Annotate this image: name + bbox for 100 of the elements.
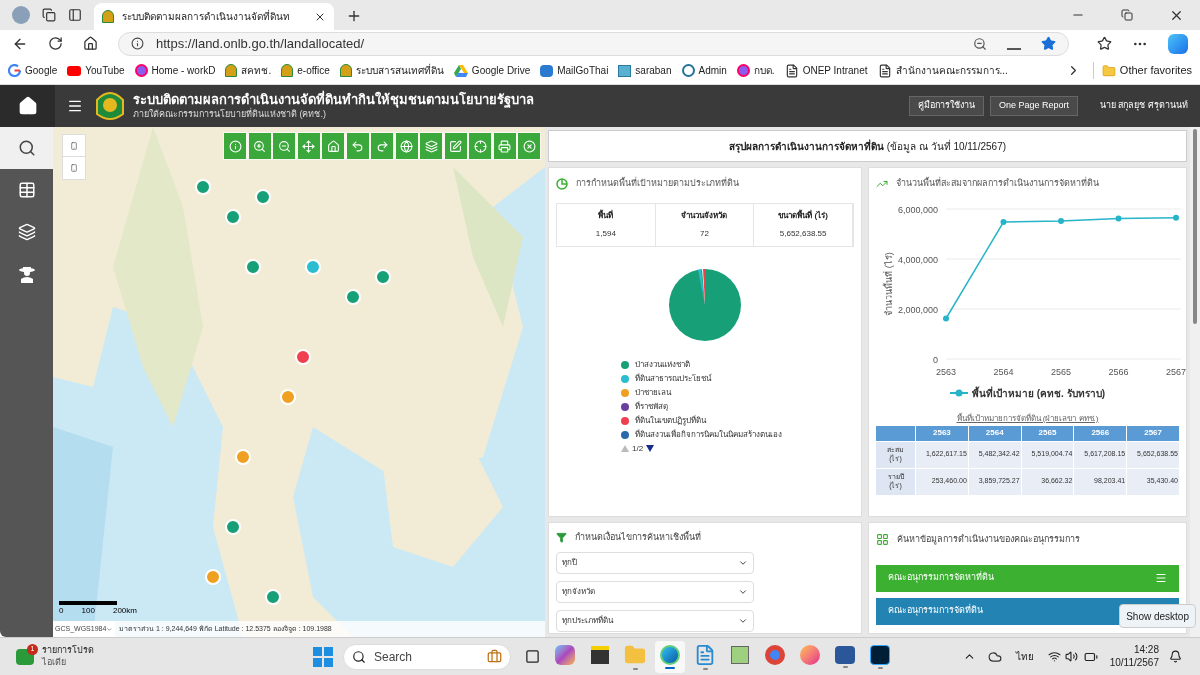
close-tool[interactable]	[518, 133, 540, 159]
info-icon	[228, 139, 242, 153]
bookmark-link[interactable]: สำนักงานคณะกรรมการ...	[877, 63, 1008, 78]
menu-icon[interactable]	[67, 98, 83, 114]
zoom-out-tool[interactable]	[273, 133, 295, 159]
home-tool[interactable]	[322, 133, 344, 159]
print-tool[interactable]	[493, 133, 516, 159]
stat-label: พื้นที่	[598, 209, 614, 222]
bookmark-link[interactable]: Google Drive	[453, 63, 531, 78]
dropdown-select[interactable]: ทุกจังหวัด	[556, 580, 754, 603]
wifi-icon[interactable]	[1047, 650, 1061, 663]
stat-value: 5,652,638.55	[779, 227, 827, 240]
legend-label: ป่าสงวนแห่งชาติ	[635, 358, 690, 371]
zoom-out-icon[interactable]	[973, 36, 987, 51]
task-view-icon[interactable]	[525, 649, 540, 664]
folder-icon	[624, 643, 646, 666]
start-icon[interactable]	[313, 646, 333, 667]
new-tab-icon[interactable]	[346, 8, 362, 24]
folder-icon	[1101, 63, 1116, 78]
bookmark-link[interactable]: กบด.	[736, 63, 775, 78]
reload-icon[interactable]	[48, 36, 63, 51]
language-indicator[interactable]: ไทย	[1015, 649, 1034, 664]
filter-icon	[556, 532, 567, 544]
print-icon	[498, 139, 511, 153]
other-favorites-folder[interactable]: Other favorites	[1092, 62, 1192, 79]
scale-bar	[59, 601, 117, 605]
bookmark-link[interactable]: ONEP Intranet	[784, 63, 868, 78]
copilot-icon[interactable]	[1168, 33, 1188, 54]
round-logo-icon	[134, 64, 148, 77]
edge-icon	[660, 644, 680, 665]
app-subtitle: ภายใต้คณะกรรมการนโยบายที่ดินแห่งชาติ (คทช.)	[133, 108, 327, 120]
emblem-logo	[95, 90, 125, 122]
data-point	[1173, 214, 1179, 221]
device-icon	[70, 141, 78, 150]
data-point	[943, 315, 949, 321]
redo-tool[interactable]	[371, 133, 393, 159]
user-name[interactable]: นาย สกุลยุช ศรุตานนท์	[1100, 99, 1188, 113]
collections-icon[interactable]	[42, 8, 56, 22]
notification-bell-icon[interactable]	[1169, 650, 1182, 663]
triangle-logo-icon	[453, 64, 468, 77]
bookmark-link[interactable]: ระบบสารสนเทศที่ดิน	[339, 63, 444, 78]
globe-tool[interactable]	[395, 133, 418, 159]
edit-tool[interactable]	[444, 133, 467, 159]
home-icon[interactable]	[83, 36, 98, 51]
cloud-icon[interactable]	[987, 649, 1002, 664]
bookmark-link[interactable]: YouTube	[67, 63, 125, 78]
zoom-in-tool[interactable]	[248, 133, 271, 159]
table-header-cell	[876, 425, 915, 441]
undo-tool[interactable]	[346, 133, 369, 159]
bookmark-link[interactable]: e-office	[281, 63, 330, 78]
home-icon	[17, 96, 38, 116]
sidebar-item[interactable]	[0, 127, 53, 169]
bookmark-link[interactable]: สคทช.	[225, 63, 272, 78]
bookmark-link[interactable]: Admin	[681, 63, 727, 78]
stat-value: 72	[700, 227, 709, 240]
table-header-cell: 2566	[1074, 425, 1127, 441]
page-icon	[877, 63, 892, 78]
table-caption: พื้นที่เป้าหมายการจัดที่ดิน (ฝ่ายเลขา คทช.)	[955, 412, 1100, 425]
table-header-cell: 2563	[916, 425, 968, 441]
crosshair-tool[interactable]	[469, 133, 491, 159]
restore-icon[interactable]	[1121, 9, 1133, 21]
undo-icon	[351, 139, 364, 153]
stat-value: 1,594	[595, 227, 616, 240]
browser-tab[interactable]: ระบบติดตามผลการดำเนินงานจัดที่ดินท	[94, 3, 334, 30]
address-bar[interactable]: https://land.onlb.go.th/landallocated/	[118, 31, 1069, 56]
briefcase-icon	[487, 649, 502, 664]
bookmark-link[interactable]: Home - workD	[134, 63, 216, 78]
firefox-icon	[800, 644, 820, 665]
scrollbar[interactable]	[1190, 127, 1200, 637]
favorites-icon[interactable]	[1097, 36, 1112, 51]
scale-label: 200km	[112, 605, 137, 617]
document-icon	[618, 64, 632, 77]
move-tool[interactable]	[297, 133, 320, 159]
header-button[interactable]: One Page Report	[989, 96, 1078, 116]
seal-icon	[281, 64, 294, 77]
dropdown-select[interactable]: ทุกประเภทที่ดิน	[556, 609, 754, 632]
bookmark-link[interactable]: saraban	[618, 63, 672, 78]
card-title: จำนวนพื้นที่สะสมจากผลการดำเนินงานการจัดหาที่ดิน	[896, 177, 1099, 190]
x-tick-label: 2564	[993, 366, 1014, 377]
scale-label: 100	[81, 605, 95, 617]
taskbar-search-field[interactable]: Search	[343, 643, 511, 670]
header-button[interactable]: คู่มือการใช้งาน	[908, 96, 984, 116]
site-info-icon[interactable]	[131, 37, 144, 50]
tab-actions-icon[interactable]	[68, 8, 82, 22]
stat-label: จำนวนจังหวัด	[681, 209, 728, 222]
volume-icon[interactable]	[1064, 650, 1078, 663]
chrome-icon	[765, 644, 785, 665]
legend-label: ที่ราชพัสดุ	[635, 400, 668, 413]
move-icon	[302, 139, 315, 153]
bookmark-link[interactable]: Google	[8, 63, 58, 78]
dropdown-select[interactable]: ทุกปี	[556, 551, 754, 574]
table-header-cell: 2565	[1021, 425, 1074, 441]
clock[interactable]: 14:28 10/11/2567	[1109, 644, 1159, 669]
bookmark-link[interactable]: MailGoThai	[540, 63, 609, 78]
next-page-icon[interactable]	[646, 445, 655, 452]
layers-tool[interactable]	[420, 133, 442, 159]
info-tool[interactable]	[224, 133, 246, 159]
home-button[interactable]	[0, 85, 55, 127]
favorite-star-icon[interactable]	[1041, 36, 1056, 51]
tab-title: ระบบติดตามผลการดำเนินงานจัดที่ดินท	[122, 9, 291, 24]
